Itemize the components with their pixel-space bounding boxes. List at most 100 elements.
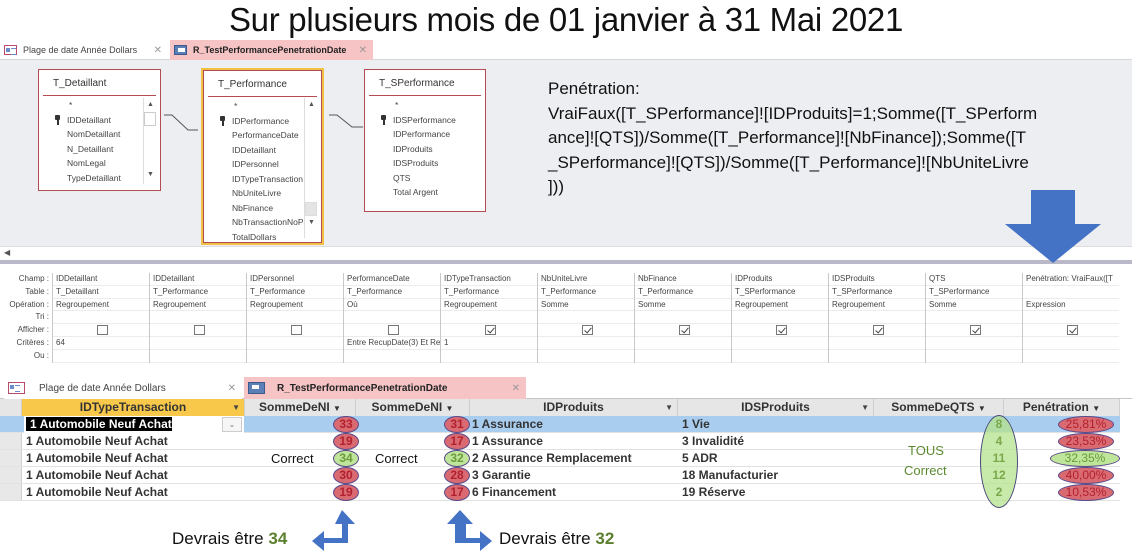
column-header-sommedenbfinance[interactable]: SommeDeNI ▼	[356, 399, 470, 416]
grid-cell-criteres[interactable]: Entre RecupDate(3) Et Re	[344, 337, 440, 350]
grid-cell-table[interactable]: T_Performance	[247, 286, 343, 299]
grid-cell-afficher[interactable]	[441, 324, 537, 337]
tab-r-testperformance[interactable]: R_TestPerformancePenetrationDate ✕	[170, 40, 373, 60]
grid-cell-tri[interactable]	[732, 311, 828, 325]
column-header-idproduits[interactable]: IDProduits ▼	[470, 399, 678, 416]
grid-cell-operation[interactable]: Regroupement	[732, 299, 828, 312]
grid-cell-table[interactable]: T_Performance	[441, 286, 537, 299]
field-item[interactable]: *	[373, 98, 485, 113]
scroll-up-icon[interactable]: ▲	[144, 98, 157, 112]
grid-column[interactable]: IDSProduits T_SPerformance Regroupement	[828, 273, 925, 363]
grid-cell-champ[interactable]: QTS	[926, 273, 1022, 286]
grid-cell-tri[interactable]	[926, 311, 1022, 325]
grid-cell-afficher[interactable]	[635, 324, 731, 337]
grid-cell-operation[interactable]: Somme	[635, 299, 731, 312]
show-checkbox[interactable]	[194, 325, 205, 336]
show-checkbox[interactable]	[291, 325, 302, 336]
tab-r-testperformance[interactable]: R_TestPerformancePenetrationDate ✕	[244, 377, 526, 399]
grid-cell-afficher[interactable]	[344, 324, 440, 337]
cell-sommedeqts[interactable]: 12	[980, 467, 1018, 484]
grid-cell-ou[interactable]	[53, 350, 149, 363]
grid-cell-afficher[interactable]	[150, 324, 246, 337]
grid-cell-criteres[interactable]	[829, 337, 925, 350]
grid-cell-criteres[interactable]	[150, 337, 246, 350]
grid-cell-ou[interactable]	[344, 350, 440, 363]
grid-cell-criteres[interactable]	[538, 337, 634, 350]
grid-cell-ou[interactable]	[635, 350, 731, 363]
grid-column[interactable]: NbFinance T_Performance Somme	[634, 273, 731, 363]
design-horizontal-scrollbar[interactable]: ◀	[0, 246, 1132, 260]
cell-idtypetransaction[interactable]: 1 Automobile Neuf Achat	[24, 450, 244, 467]
grid-cell-tri[interactable]	[53, 311, 149, 325]
grid-cell-tri[interactable]	[538, 311, 634, 325]
grid-cell-tri[interactable]	[829, 311, 925, 325]
cell-idtypetransaction[interactable]: 1 Automobile Neuf Achat	[24, 433, 244, 450]
grid-cell-operation[interactable]: Somme	[538, 299, 634, 312]
grid-cell-table[interactable]: T_Detaillant	[53, 286, 149, 299]
grid-cell-table[interactable]: T_Performance	[538, 286, 634, 299]
grid-cell-tri[interactable]	[635, 311, 731, 325]
cell-idsproduits[interactable]: 19 Réserve	[680, 484, 874, 501]
close-icon[interactable]: ✕	[512, 383, 520, 394]
grid-column[interactable]: IDPersonnel T_Performance Regroupement	[246, 273, 343, 363]
column-header-idsproduits[interactable]: IDSProduits ▼	[678, 399, 874, 416]
grid-cell-criteres[interactable]	[635, 337, 731, 350]
grid-cell-criteres[interactable]: 64	[53, 337, 149, 350]
cell-idsproduits[interactable]: 1 Vie	[680, 416, 874, 433]
show-checkbox[interactable]	[970, 325, 981, 336]
table-row[interactable]: 1 Automobile Neuf Achat 2 Assurance Rempl…	[0, 450, 1120, 467]
grid-cell-operation[interactable]: Regroupement	[53, 299, 149, 312]
grid-column[interactable]: IDTypeTransaction T_Performance Regroupeme…	[440, 273, 537, 363]
grid-cell-table[interactable]: T_Performance	[344, 286, 440, 299]
grid-cell-afficher[interactable]	[732, 324, 828, 337]
table-box-t-sperformance[interactable]: T_SPerformance * IDSPerformance IDPerfor…	[364, 69, 486, 212]
grid-cell-champ[interactable]: IDSProduits	[829, 273, 925, 286]
grid-cell-operation[interactable]: Où	[344, 299, 440, 312]
cell-idproduits[interactable]: 1 Assurance	[470, 433, 678, 450]
grid-cell-afficher[interactable]	[247, 324, 343, 337]
grid-cell-ou[interactable]	[538, 350, 634, 363]
grid-cell-operation[interactable]: Regroupement	[441, 299, 537, 312]
grid-cell-champ[interactable]: NbFinance	[635, 273, 731, 286]
show-checkbox[interactable]	[582, 325, 593, 336]
grid-cell-champ[interactable]: IDDetaillant	[150, 273, 246, 286]
grid-cell-ou[interactable]	[441, 350, 537, 363]
grid-cell-afficher[interactable]	[926, 324, 1022, 337]
grid-column[interactable]: IDDetaillant T_Detaillant Regroupement 64	[52, 273, 149, 363]
grid-cell-tri[interactable]	[441, 311, 537, 325]
cell-idsproduits[interactable]: 3 Invalidité	[680, 433, 874, 450]
cell-idsproduits[interactable]: 18 Manufacturier	[680, 467, 874, 484]
grid-cell-champ[interactable]: IDDetaillant	[53, 273, 149, 286]
grid-cell-ou[interactable]	[926, 350, 1022, 363]
grid-cell-afficher[interactable]	[53, 324, 149, 337]
table-box-t-detaillant[interactable]: T_Detaillant * IDDetaillant NomDetaillan…	[38, 69, 161, 191]
grid-cell-afficher[interactable]	[829, 324, 925, 337]
grid-cell-ou[interactable]	[732, 350, 828, 363]
grid-cell-ou[interactable]	[1023, 350, 1119, 363]
field-item[interactable]: IDSPerformance	[373, 113, 485, 128]
scroll-left-icon[interactable]: ◀	[4, 248, 10, 257]
grid-cell-champ[interactable]: Penétration: VraiFaux([T	[1023, 273, 1119, 286]
cell-idproduits[interactable]: 6 Financement	[470, 484, 678, 501]
cell-sommedeqts[interactable]: 8	[980, 416, 1018, 433]
field-item[interactable]: IDProduits	[373, 142, 485, 157]
show-checkbox[interactable]	[485, 325, 496, 336]
grid-cell-champ[interactable]: IDPersonnel	[247, 273, 343, 286]
grid-cell-operation[interactable]: Regroupement	[247, 299, 343, 312]
grid-column[interactable]: QTS T_SPerformance Somme	[925, 273, 1022, 363]
show-checkbox[interactable]	[873, 325, 884, 336]
table-row[interactable]: 1 Automobile Neuf Achat 1 Assurance 3 Inva…	[0, 433, 1120, 450]
close-icon[interactable]: ✕	[228, 383, 236, 394]
show-checkbox[interactable]	[388, 325, 399, 336]
scroll-down-icon[interactable]: ▼	[144, 168, 157, 182]
scroll-thumb[interactable]	[144, 112, 156, 126]
pane-splitter[interactable]	[0, 260, 1132, 264]
cell-idtypetransaction[interactable]: 1 Automobile Neuf Achat	[24, 416, 244, 433]
grid-cell-tri[interactable]	[247, 311, 343, 325]
scrollbar[interactable]: ▲ ▼	[143, 98, 156, 184]
grid-column[interactable]: PerformanceDate T_Performance Où Entre Recu…	[343, 273, 440, 363]
grid-cell-operation[interactable]: Expression	[1023, 299, 1119, 312]
grid-cell-criteres[interactable]: 1	[441, 337, 537, 350]
table-row[interactable]: 1 Automobile Neuf Achat 3 Garantie 18 Manu…	[0, 467, 1120, 484]
grid-cell-table[interactable]: T_Performance	[150, 286, 246, 299]
